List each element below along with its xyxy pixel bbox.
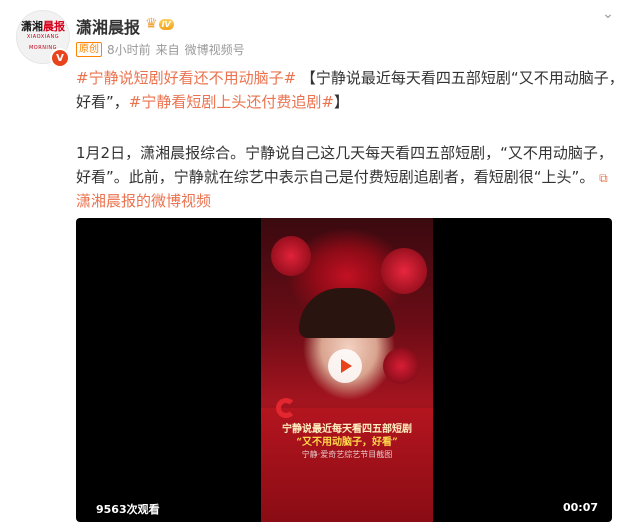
member-level: IV bbox=[158, 18, 174, 30]
post-paragraph-line-2: 好看”。此前，宁静就在综艺中表示自己是付费短剧追剧者，看短剧很“上头”。 ⧉ bbox=[76, 165, 608, 190]
post-source[interactable]: 微博视频号 bbox=[185, 41, 245, 58]
link-icon[interactable]: ⧉ bbox=[599, 171, 608, 185]
thumbnail-hair bbox=[299, 288, 395, 338]
post-text-segment: 好看”。此前，宁静就在综艺中表示自己是付费短剧追剧者，看短剧很“上头”。 bbox=[76, 168, 595, 186]
video-duration: 00:07 bbox=[562, 501, 598, 514]
play-button[interactable] bbox=[328, 349, 362, 383]
crown-icon: ♛ bbox=[145, 16, 158, 32]
post-time[interactable]: 8小时前 bbox=[107, 41, 151, 58]
video-caption: 宁静说最近每天看四五部短剧 “又不用动脑子，好看” 宁静·爱奇艺综艺节目截图 bbox=[261, 423, 433, 460]
post-text-segment: 好看”， bbox=[76, 93, 129, 111]
caption-line-2: “又不用动脑子，好看” bbox=[296, 437, 398, 448]
source-prefix: 来自 bbox=[155, 43, 180, 57]
hashtag-link-1[interactable]: #宁静说短剧好看还不用动脑子# bbox=[76, 69, 296, 87]
post-paragraph-line-1: 1月2日，潇湘晨报综合。宁静说自己这几天每天看四五部短剧，“又不用动脑子， bbox=[76, 144, 613, 162]
member-badge[interactable]: ♛ IV bbox=[145, 16, 175, 32]
original-badge: 原创 bbox=[76, 42, 102, 57]
channel-logo-icon bbox=[276, 398, 296, 418]
caption-line-1: 宁静说最近每天看四五部短剧 bbox=[282, 424, 412, 435]
thumbnail-flower bbox=[381, 248, 427, 294]
caption-line-3: 宁静·爱奇艺综艺节目截图 bbox=[301, 450, 393, 459]
thumbnail-flower bbox=[383, 348, 419, 384]
post-text-line-2: 好看”，#宁静看短剧上头还付费追剧#】 bbox=[76, 90, 349, 114]
view-count: 9563次观看 bbox=[96, 503, 160, 516]
video-source-line: 潇湘晨报的微博视频 bbox=[76, 189, 211, 213]
post-text-line-1: #宁静说短剧好看还不用动脑子# 【宁静说最近每天看四五部短剧“又不用动脑子， bbox=[76, 66, 624, 90]
verified-badge-icon: V bbox=[50, 48, 70, 68]
author-name[interactable]: 潇湘晨报 bbox=[76, 14, 140, 38]
post-text-segment: 】 bbox=[333, 93, 349, 111]
hashtag-link-2[interactable]: #宁静看短剧上头还付费追剧# bbox=[129, 93, 334, 111]
thumbnail-flower bbox=[271, 236, 311, 276]
post-meta: 原创 8小时前 来自 微博视频号 bbox=[76, 41, 245, 58]
play-icon bbox=[341, 359, 352, 373]
chevron-down-icon[interactable]: ⌄ bbox=[599, 6, 617, 24]
video-link[interactable]: 潇湘晨报的微博视频 bbox=[76, 192, 211, 210]
post-text-segment: 【宁静说最近每天看四五部短剧“又不用动脑子， bbox=[300, 69, 624, 87]
video-player[interactable]: 宁静说最近每天看四五部短剧 “又不用动脑子，好看” 宁静·爱奇艺综艺节目截图 9… bbox=[76, 218, 612, 522]
